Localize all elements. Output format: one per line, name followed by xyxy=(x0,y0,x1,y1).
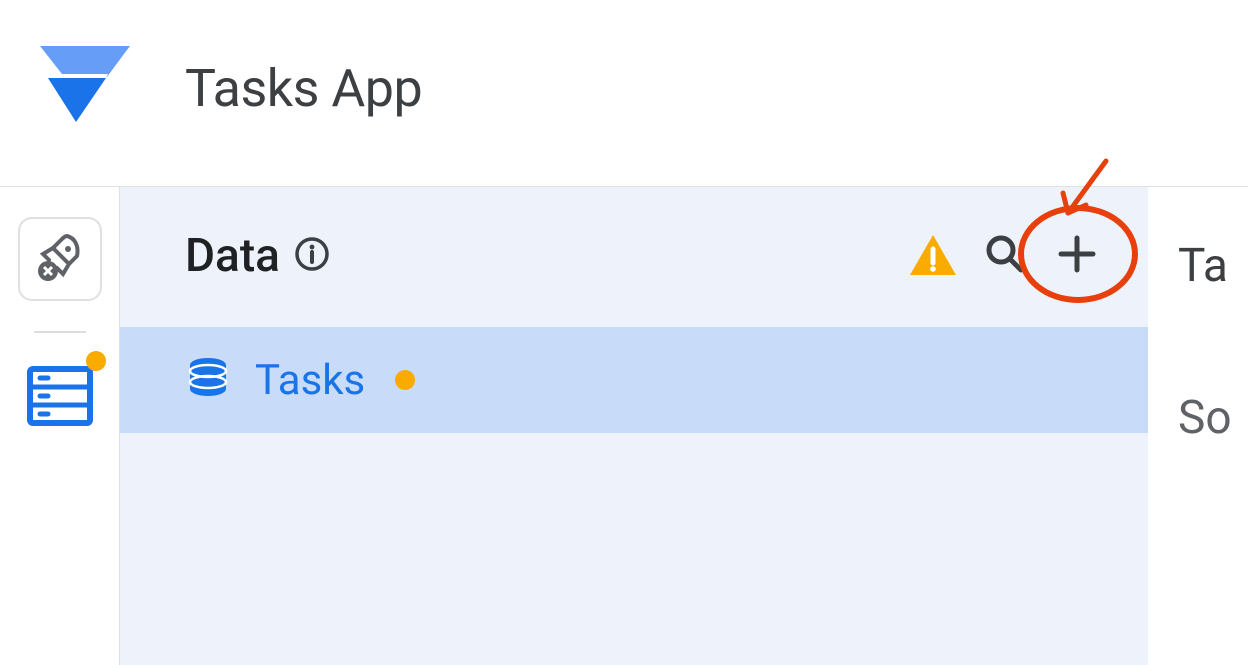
data-table-icon xyxy=(24,363,96,433)
add-data-source-button[interactable] xyxy=(1048,227,1106,285)
data-source-row-tasks[interactable]: Tasks xyxy=(120,327,1148,433)
search-button[interactable] xyxy=(976,227,1034,285)
search-icon xyxy=(983,232,1027,280)
right-title-fragment: Ta xyxy=(1178,239,1248,293)
left-nav-rail xyxy=(0,187,120,665)
nav-divider xyxy=(34,331,86,333)
status-dot-icon xyxy=(395,370,415,390)
deploy-nav-button[interactable] xyxy=(18,217,102,301)
status-dot-icon xyxy=(86,351,106,371)
plus-icon xyxy=(1057,234,1097,278)
data-nav-button[interactable] xyxy=(18,359,102,437)
right-panel-edge: Ta So xyxy=(1148,187,1248,665)
appsheet-logo-icon xyxy=(30,40,140,136)
rocket-icon xyxy=(31,228,89,290)
data-panel: Data xyxy=(120,187,1148,665)
database-icon xyxy=(185,355,231,405)
app-header: Tasks App xyxy=(0,0,1248,187)
warning-icon[interactable] xyxy=(904,227,962,285)
data-panel-title: Data xyxy=(185,229,280,283)
right-label-fragment: So xyxy=(1178,391,1248,445)
app-title: Tasks App xyxy=(185,58,422,119)
data-panel-header: Data xyxy=(120,187,1148,327)
info-icon[interactable] xyxy=(294,236,330,276)
data-source-label: Tasks xyxy=(255,356,365,405)
